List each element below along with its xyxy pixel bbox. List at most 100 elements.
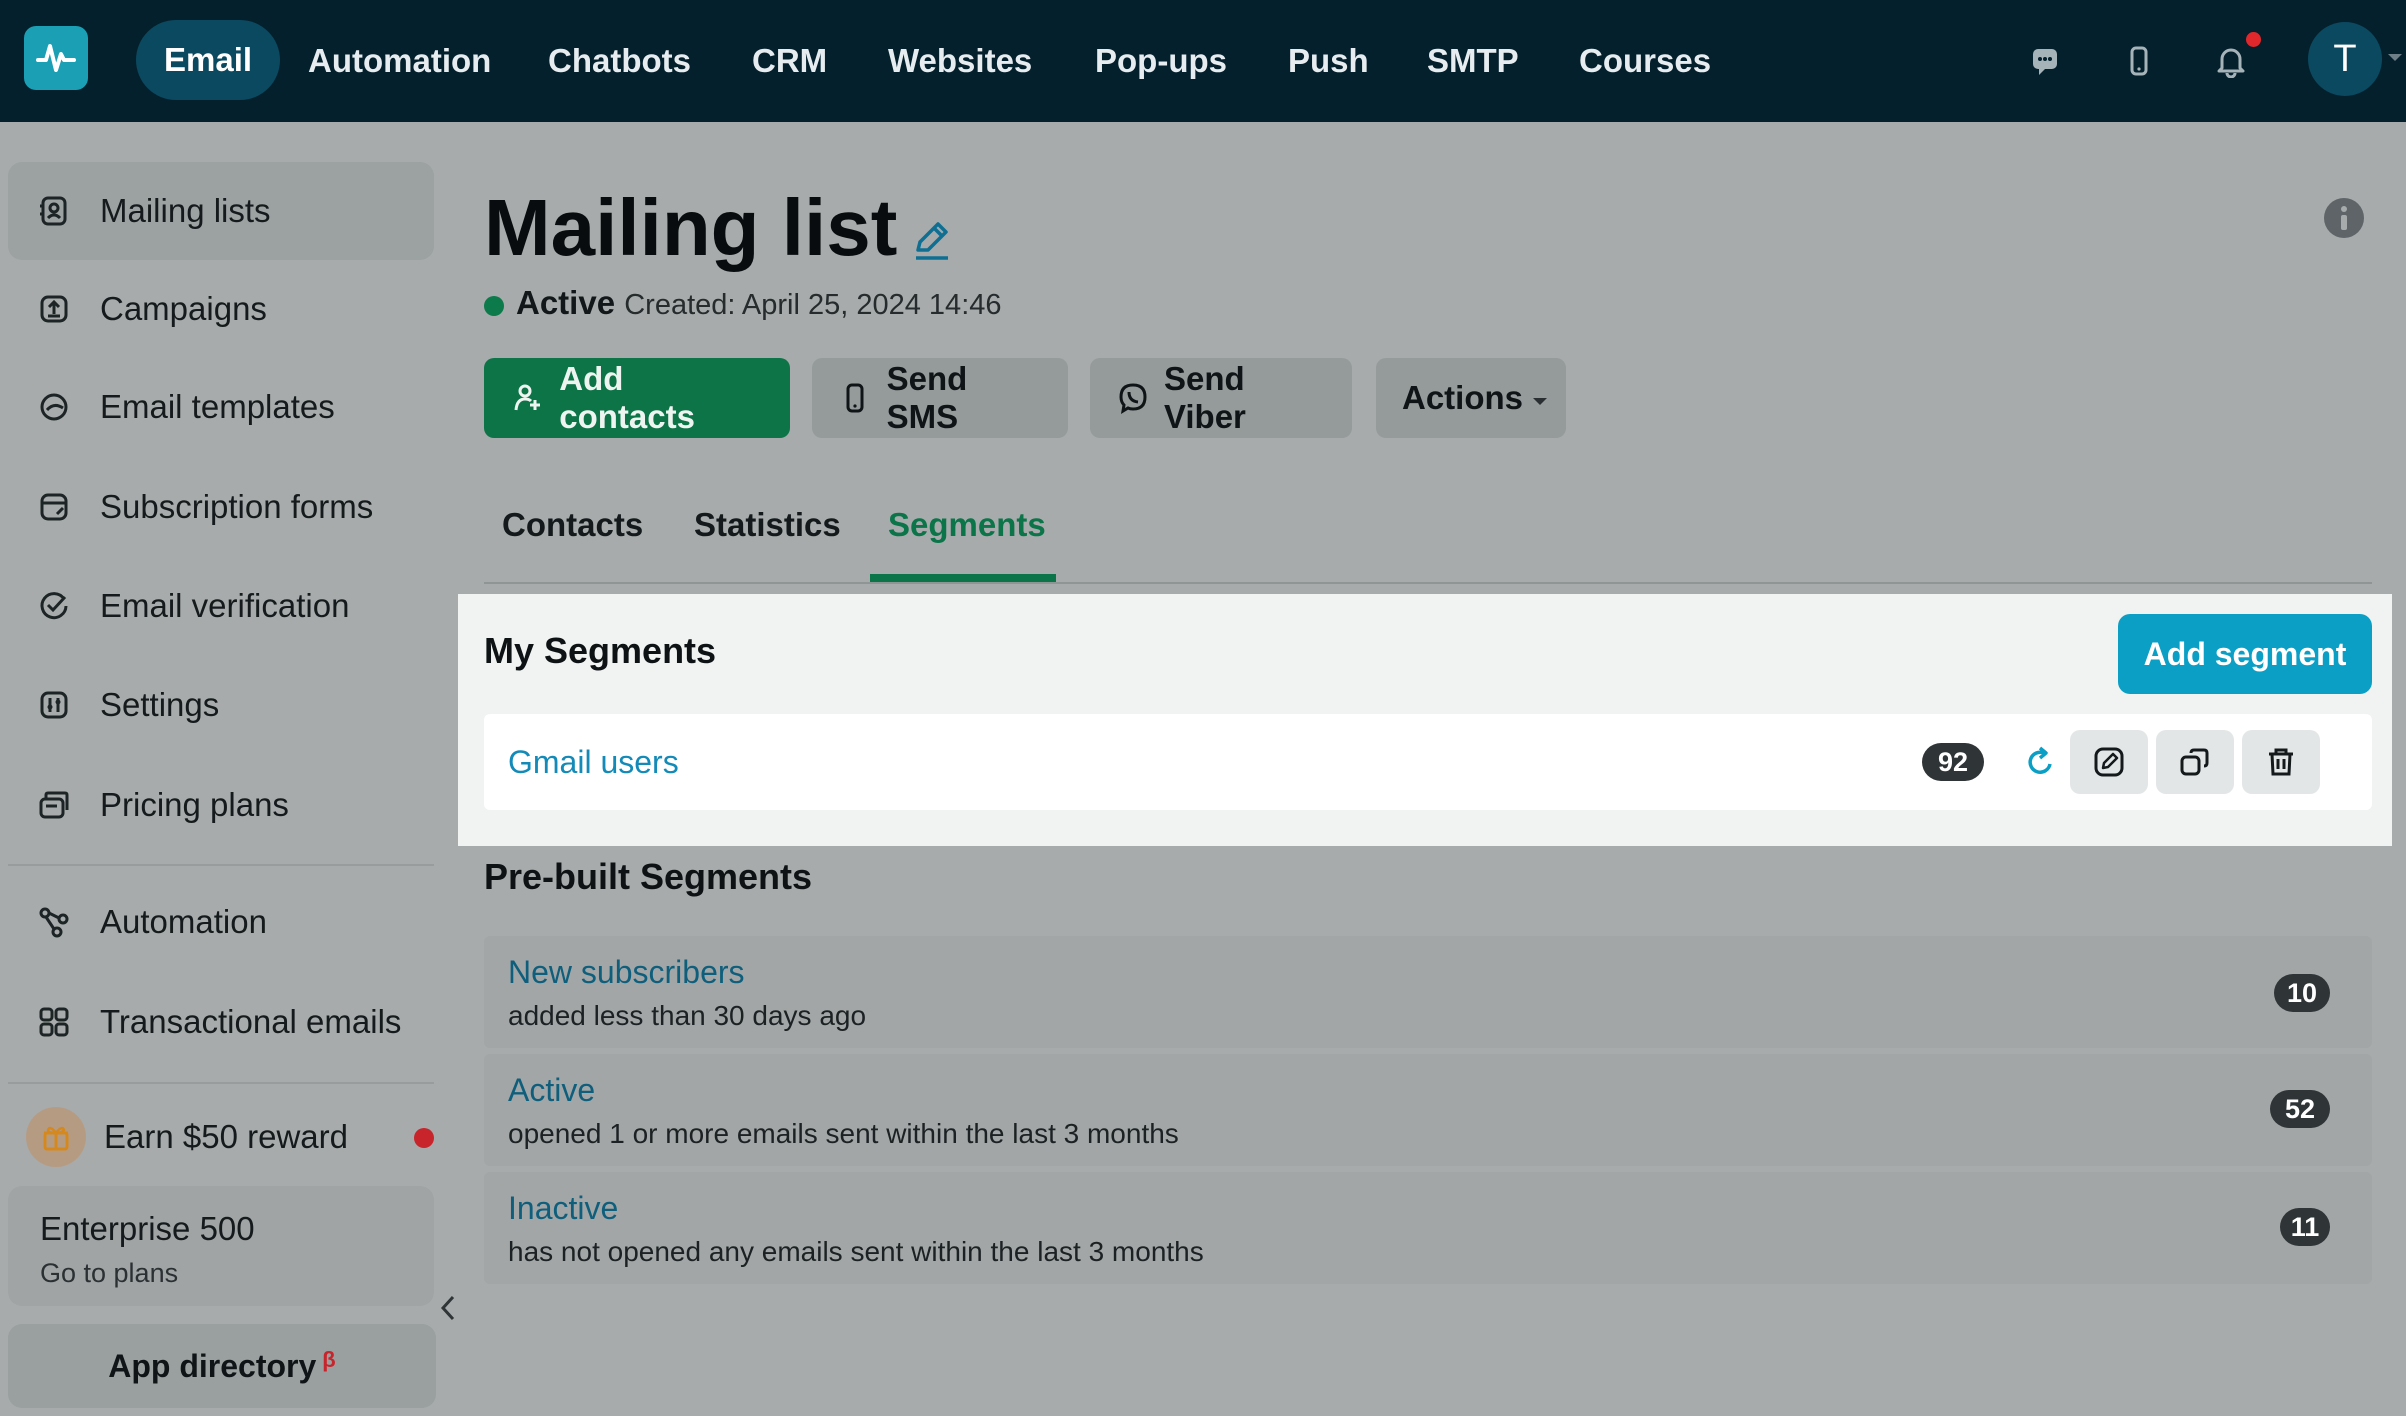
app-directory-label: App directory bbox=[108, 1347, 317, 1384]
send-viber-button[interactable]: Send Viber bbox=[1090, 358, 1352, 438]
avatar[interactable]: T bbox=[2308, 22, 2382, 96]
nav-smtp[interactable]: SMTP bbox=[1427, 0, 1519, 122]
sidebar-item-mailing-lists[interactable]: Mailing lists bbox=[8, 162, 434, 260]
status-badge: Active bbox=[516, 284, 616, 321]
segment-name-link[interactable]: Gmail users bbox=[508, 744, 679, 781]
duplicate-segment-button[interactable] bbox=[2156, 730, 2234, 794]
tabs-divider bbox=[484, 582, 2372, 584]
segment-count-badge: 92 bbox=[1922, 743, 1984, 781]
delete-segment-button[interactable] bbox=[2242, 730, 2320, 794]
upload-icon bbox=[34, 289, 74, 329]
actions-dropdown[interactable]: Actions bbox=[1376, 358, 1566, 438]
sidebar-item-label: Email templates bbox=[100, 388, 335, 425]
send-sms-button[interactable]: Send SMS bbox=[812, 358, 1068, 438]
nav-crm[interactable]: CRM bbox=[752, 0, 827, 122]
plan-card[interactable]: Enterprise 500 Go to plans bbox=[8, 1186, 434, 1306]
nav-automation[interactable]: Automation bbox=[308, 0, 491, 122]
nav-courses[interactable]: Courses bbox=[1579, 0, 1711, 122]
sidebar-item-email-templates[interactable]: Email templates bbox=[8, 358, 434, 456]
sidebar-item-label: Transactional emails bbox=[100, 1003, 402, 1040]
reward-indicator-dot bbox=[414, 1128, 434, 1148]
chevron-down-icon bbox=[1533, 397, 1548, 405]
add-user-icon bbox=[510, 380, 545, 416]
edit-segment-button[interactable] bbox=[2070, 730, 2148, 794]
sidebar-item-label: Earn $50 reward bbox=[104, 1118, 348, 1155]
sidebar-item-label: Mailing lists bbox=[100, 192, 271, 229]
nav-popups[interactable]: Pop-ups bbox=[1095, 0, 1227, 122]
flow-icon bbox=[34, 902, 74, 942]
collapse-sidebar-icon[interactable] bbox=[436, 1290, 460, 1326]
sidebar-divider bbox=[8, 1082, 434, 1084]
segment-row: Gmail users 92 bbox=[484, 714, 2372, 810]
prebuilt-segment-row: Active opened 1 or more emails sent with… bbox=[484, 1054, 2372, 1166]
tab-segments[interactable]: Segments bbox=[888, 506, 1046, 544]
sidebar-item-automation[interactable]: Automation bbox=[8, 873, 434, 971]
my-segments-panel: My Segments Add segment Gmail users 92 bbox=[458, 594, 2392, 846]
add-segment-button[interactable]: Add segment bbox=[2118, 614, 2372, 694]
nav-email[interactable]: Email bbox=[136, 20, 281, 100]
sidebar-item-settings[interactable]: Settings bbox=[8, 656, 434, 754]
sidebar-item-subscription-forms[interactable]: Subscription forms bbox=[8, 458, 434, 556]
sidebar-item-label: Subscription forms bbox=[100, 488, 374, 525]
sidebar-item-label: Campaigns bbox=[100, 290, 267, 327]
edit-icon bbox=[2094, 747, 2124, 777]
sliders-icon bbox=[34, 685, 74, 725]
sidebar-item-pricing-plans[interactable]: Pricing plans bbox=[8, 756, 434, 854]
sidebar-item-email-verification[interactable]: Email verification bbox=[8, 557, 434, 655]
phone-icon[interactable] bbox=[2116, 38, 2162, 84]
app-directory-button[interactable]: App directory β bbox=[8, 1324, 436, 1408]
tab-contacts[interactable]: Contacts bbox=[502, 506, 643, 544]
check-circle-icon bbox=[34, 586, 74, 626]
send-viber-label: Send Viber bbox=[1163, 360, 1246, 435]
sidebar-item-earn-reward[interactable]: Earn $50 reward bbox=[8, 1088, 434, 1186]
prebuilt-segments-title: Pre-built Segments bbox=[484, 856, 813, 897]
contacts-icon bbox=[34, 191, 74, 231]
viber-icon bbox=[1116, 380, 1150, 416]
sidebar-item-label: Pricing plans bbox=[100, 786, 289, 823]
app-logo-icon[interactable] bbox=[24, 26, 88, 90]
nav-websites[interactable]: Websites bbox=[888, 0, 1032, 122]
prebuilt-segment-description: opened 1 or more emails sent within the … bbox=[508, 1118, 1179, 1149]
my-segments-title: My Segments bbox=[484, 630, 717, 671]
prebuilt-segment-name-link[interactable]: Active bbox=[508, 1072, 595, 1109]
plan-name: Enterprise 500 bbox=[40, 1210, 255, 1247]
sidebar-item-transactional-emails[interactable]: Transactional emails bbox=[8, 973, 434, 1071]
actions-label: Actions bbox=[1402, 379, 1524, 416]
add-contacts-label: Add contacts bbox=[559, 360, 695, 435]
bell-icon[interactable] bbox=[2208, 38, 2254, 84]
prebuilt-segment-name-link[interactable]: New subscribers bbox=[508, 954, 745, 991]
go-to-plans-link[interactable]: Go to plans bbox=[40, 1258, 402, 1289]
created-date: Created: April 25, 2024 14:46 bbox=[624, 289, 1002, 321]
top-navigation-bar: Email Automation Chatbots CRM Websites P… bbox=[0, 0, 2406, 122]
prebuilt-segment-description: added less than 30 days ago bbox=[508, 1000, 867, 1031]
chevron-down-icon[interactable] bbox=[2388, 54, 2402, 61]
notification-dot bbox=[2246, 32, 2261, 47]
tab-statistics[interactable]: Statistics bbox=[694, 506, 841, 544]
sidebar-item-campaigns[interactable]: Campaigns bbox=[8, 260, 434, 358]
prebuilt-segment-row: New subscribers added less than 30 days … bbox=[484, 936, 2372, 1048]
grid-icon bbox=[34, 1002, 74, 1042]
prebuilt-segment-row: Inactive has not opened any emails sent … bbox=[484, 1172, 2372, 1284]
wallet-icon bbox=[34, 785, 74, 825]
gift-icon bbox=[26, 1107, 86, 1167]
info-icon[interactable] bbox=[2322, 196, 2366, 240]
prebuilt-segment-count-badge: 52 bbox=[2270, 1090, 2330, 1128]
chat-icon[interactable] bbox=[2022, 38, 2068, 84]
prebuilt-segment-name-link[interactable]: Inactive bbox=[508, 1190, 618, 1227]
trash-icon bbox=[2269, 748, 2293, 776]
beta-label: β bbox=[322, 1347, 336, 1372]
nav-push[interactable]: Push bbox=[1288, 0, 1369, 122]
sidebar-item-label: Automation bbox=[100, 903, 267, 940]
status-line: Active Created: April 25, 2024 14:46 bbox=[516, 284, 1002, 322]
form-icon bbox=[34, 487, 74, 527]
edit-pencil-icon[interactable] bbox=[908, 216, 956, 264]
refresh-icon[interactable] bbox=[2020, 742, 2060, 782]
prebuilt-segment-count-badge: 10 bbox=[2274, 974, 2330, 1012]
phone-icon bbox=[838, 380, 873, 416]
sidebar-divider bbox=[8, 864, 434, 866]
nav-chatbots[interactable]: Chatbots bbox=[548, 0, 691, 122]
sidebar-item-label: Email verification bbox=[100, 587, 350, 624]
add-contacts-button[interactable]: Add contacts bbox=[484, 358, 790, 438]
sidebar-item-label: Settings bbox=[100, 686, 220, 723]
status-active-dot bbox=[484, 296, 504, 316]
